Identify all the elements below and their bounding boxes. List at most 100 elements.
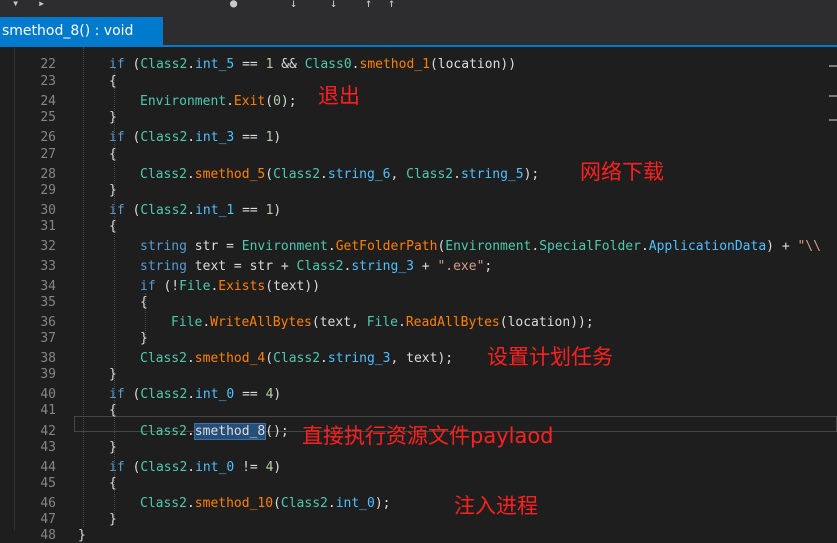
toolbar-icon[interactable]: ↑ bbox=[388, 0, 395, 10]
code-token[interactable]: Class2 bbox=[273, 167, 320, 182]
code-token[interactable]: "\\ bbox=[797, 239, 820, 254]
code-token[interactable]: Environment bbox=[242, 239, 328, 254]
code-line[interactable]: } bbox=[140, 331, 148, 346]
code-line[interactable]: if (Class2.int_3 == 1) bbox=[109, 130, 281, 145]
code-line[interactable]: Class2.smethod_8(); bbox=[140, 423, 289, 440]
code-token[interactable]: ( bbox=[125, 57, 140, 72]
code-token[interactable]: ) bbox=[273, 387, 281, 402]
code-token[interactable]: SpecialFolder bbox=[539, 239, 641, 254]
code-token[interactable]: } bbox=[109, 110, 117, 125]
code-token[interactable]: File bbox=[367, 315, 398, 330]
code-token[interactable]: . bbox=[531, 239, 539, 254]
code-token[interactable]: Class2 bbox=[281, 496, 328, 511]
code-token[interactable]: smethod_1 bbox=[360, 57, 430, 72]
code-token[interactable]: string_5 bbox=[461, 167, 524, 182]
code-token[interactable]: (! bbox=[156, 279, 179, 294]
code-token[interactable]: ".exe" bbox=[437, 259, 484, 274]
code-token[interactable]: . bbox=[352, 57, 360, 72]
code-line[interactable]: } bbox=[109, 512, 117, 527]
code-token[interactable]: . bbox=[187, 57, 195, 72]
code-token[interactable]: if bbox=[109, 460, 125, 475]
code-token[interactable]: . bbox=[187, 203, 195, 218]
code-token[interactable]: } bbox=[140, 331, 148, 346]
code-line[interactable]: if (Class2.int_1 == 1) bbox=[109, 203, 281, 218]
code-token[interactable]: string_3 bbox=[328, 351, 391, 366]
code-token[interactable]: . bbox=[187, 130, 195, 145]
toolbar-icon[interactable]: ↓ bbox=[330, 0, 337, 10]
code-token[interactable]: != bbox=[234, 460, 265, 475]
code-token[interactable]: if bbox=[109, 203, 125, 218]
toolbar-icon[interactable]: ● bbox=[230, 0, 237, 10]
code-line[interactable]: File.WriteAllBytes(text, File.ReadAllByt… bbox=[171, 315, 594, 330]
code-token[interactable]: ); bbox=[524, 167, 540, 182]
code-token[interactable]: , bbox=[391, 167, 407, 182]
code-token[interactable]: int_1 bbox=[195, 203, 234, 218]
code-token[interactable]: } bbox=[109, 183, 117, 198]
code-token[interactable]: (location)); bbox=[500, 315, 594, 330]
code-token[interactable]: WriteAllBytes bbox=[210, 315, 312, 330]
code-token[interactable]: ( bbox=[125, 203, 140, 218]
code-token[interactable]: == bbox=[234, 203, 265, 218]
code-line[interactable]: if (!File.Exists(text)) bbox=[140, 279, 320, 294]
code-token[interactable]: == bbox=[234, 387, 265, 402]
code-token[interactable]: int_3 bbox=[195, 130, 234, 145]
code-token[interactable]: ( bbox=[273, 496, 281, 511]
code-line[interactable]: string text = str + Class2.string_3 + ".… bbox=[140, 259, 492, 274]
code-token[interactable]: . bbox=[187, 387, 195, 402]
code-token[interactable]: ( bbox=[265, 167, 273, 182]
code-token[interactable]: if bbox=[109, 57, 125, 72]
code-line[interactable]: } bbox=[78, 528, 86, 543]
code-line[interactable]: if (Class2.int_0 != 4) bbox=[109, 460, 281, 475]
toolbar-icon[interactable]: ▾ bbox=[12, 0, 19, 10]
code-token[interactable]: Class2 bbox=[273, 351, 320, 366]
toolbar-icon[interactable]: ↓ bbox=[290, 0, 297, 10]
code-token[interactable]: == bbox=[234, 130, 265, 145]
code-token[interactable]: Class2 bbox=[140, 460, 187, 475]
code-token[interactable]: } bbox=[78, 528, 86, 543]
code-token[interactable]: Class2 bbox=[140, 203, 187, 218]
code-token[interactable]: Class2 bbox=[140, 130, 187, 145]
code-token[interactable]: (); bbox=[265, 424, 288, 439]
code-token[interactable]: int_5 bbox=[195, 57, 234, 72]
code-token[interactable]: string bbox=[140, 239, 187, 254]
code-token[interactable]: . bbox=[641, 239, 649, 254]
code-token[interactable]: { bbox=[109, 403, 117, 418]
code-token[interactable]: Class2 bbox=[140, 57, 187, 72]
code-token[interactable]: Exit bbox=[234, 94, 265, 109]
toolbar-icon[interactable]: ▸ bbox=[38, 0, 45, 10]
code-token[interactable]: string_6 bbox=[328, 167, 391, 182]
code-token[interactable]: . bbox=[398, 315, 406, 330]
code-token[interactable]: . bbox=[187, 460, 195, 475]
code-token[interactable]: Environment bbox=[445, 239, 531, 254]
code-line[interactable]: if (Class2.int_0 == 4) bbox=[109, 387, 281, 402]
code-line[interactable]: Class2.smethod_4(Class2.string_3, text); bbox=[140, 351, 453, 366]
code-token[interactable]: smethod_5 bbox=[195, 167, 265, 182]
code-line[interactable]: } bbox=[109, 110, 117, 125]
code-token[interactable]: File bbox=[179, 279, 210, 294]
code-token[interactable]: (text)) bbox=[265, 279, 320, 294]
code-token[interactable]: Class2 bbox=[140, 496, 187, 511]
code-line[interactable]: { bbox=[109, 403, 117, 418]
code-line[interactable]: if (Class2.int_5 == 1 && Class0.smethod_… bbox=[109, 57, 516, 72]
code-token[interactable]: string bbox=[140, 259, 187, 274]
code-token[interactable]: Exists bbox=[218, 279, 265, 294]
code-token[interactable]: int_0 bbox=[336, 496, 375, 511]
code-token[interactable]: } bbox=[109, 512, 117, 527]
tab-smethod-8[interactable]: smethod_8() : void bbox=[0, 17, 163, 45]
code-token[interactable]: Class2 bbox=[406, 167, 453, 182]
code-token[interactable]: Class2 bbox=[140, 387, 187, 402]
code-line[interactable]: { bbox=[109, 74, 117, 89]
code-token[interactable]: ); bbox=[281, 94, 297, 109]
code-token[interactable]: ( bbox=[265, 94, 273, 109]
code-token[interactable]: } bbox=[109, 367, 117, 382]
code-token[interactable]: if bbox=[109, 130, 125, 145]
code-token[interactable]: { bbox=[140, 295, 148, 310]
code-token[interactable]: ) bbox=[273, 460, 281, 475]
code-token[interactable]: . bbox=[187, 351, 195, 366]
code-token[interactable]: 0 bbox=[273, 94, 281, 109]
code-token[interactable]: Class2 bbox=[140, 167, 187, 182]
code-token[interactable]: GetFolderPath bbox=[336, 239, 438, 254]
code-line[interactable]: } bbox=[109, 440, 117, 455]
code-token[interactable]: . bbox=[328, 496, 336, 511]
code-token[interactable]: Class2 bbox=[140, 351, 187, 366]
